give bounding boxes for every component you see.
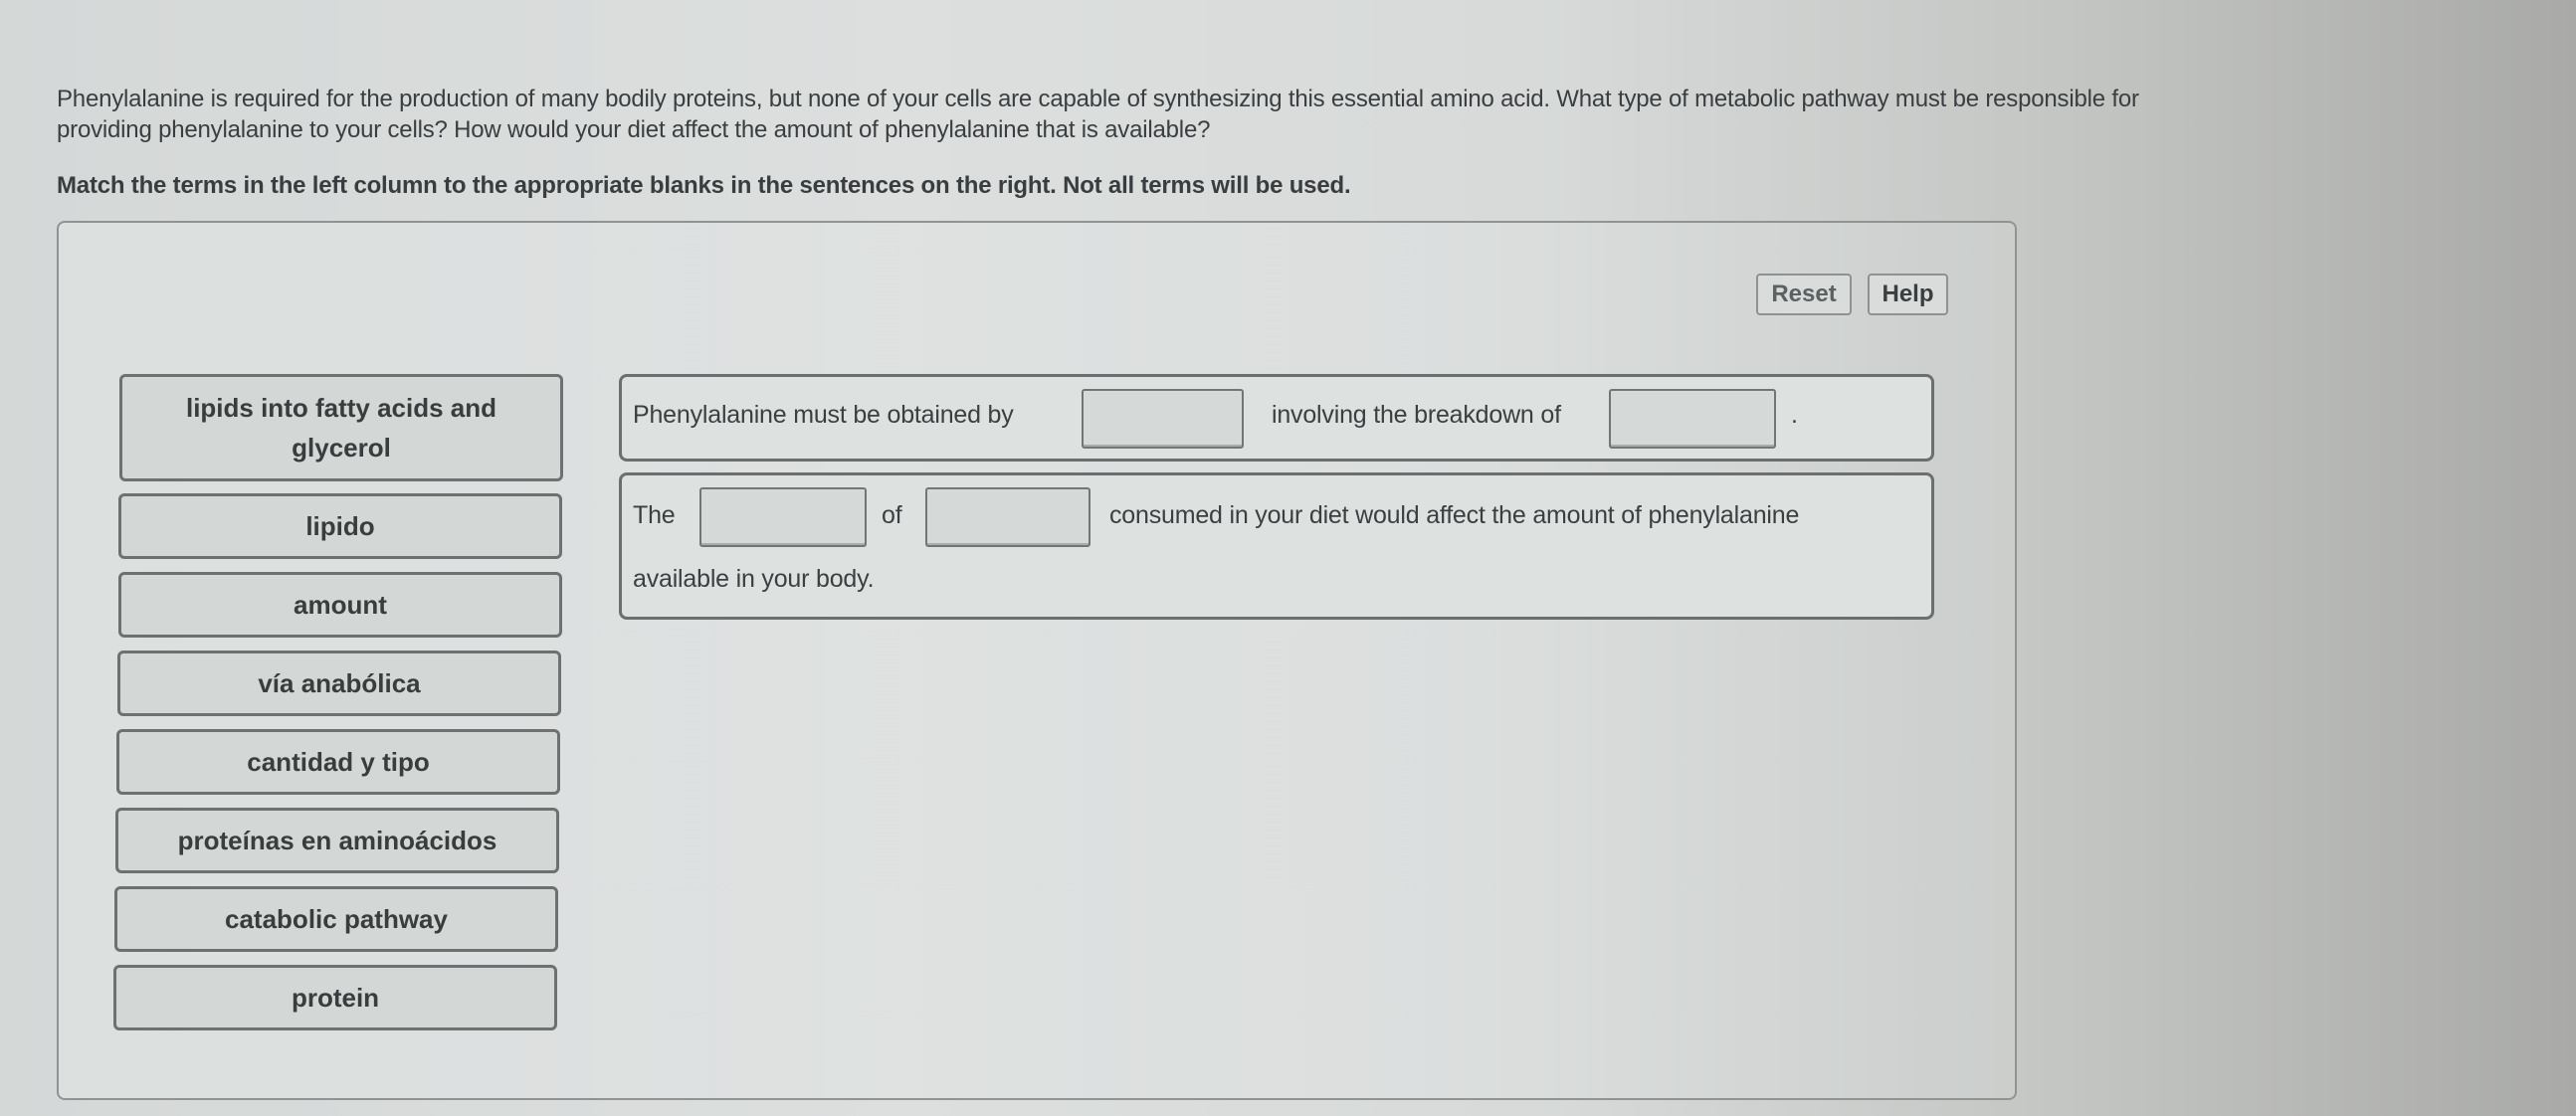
sentence-2-blank-2[interactable] (925, 487, 1090, 547)
question-text: Phenylalanine is required for the produc… (57, 84, 2564, 145)
term-item[interactable]: protein (113, 965, 557, 1030)
sentence-1: Phenylalanine must be obtained by involv… (619, 374, 1934, 462)
term-item[interactable]: lipido (118, 493, 562, 559)
term-item[interactable]: cantidad y tipo (116, 729, 560, 795)
sentence-2-text-3: consumed in your diet would affect the a… (1109, 501, 1800, 529)
term-item[interactable]: lipids into fatty acids and glycerol (119, 374, 563, 481)
question-line-2: providing phenylalanine to your cells? H… (57, 116, 1211, 143)
help-button[interactable]: Help (1868, 274, 1948, 315)
sentence-2: The of consumed in your diet would affec… (619, 472, 1934, 620)
sentence-1-text-1: Phenylalanine must be obtained by (633, 401, 1014, 429)
sentence-2-blank-1[interactable] (699, 487, 867, 547)
sentence-2-text-2: of (882, 501, 902, 529)
term-item[interactable]: proteínas en aminoácidos (115, 808, 559, 873)
term-item[interactable]: amount (118, 572, 562, 638)
sentence-1-blank-2[interactable] (1609, 389, 1776, 449)
sentence-2-text-1: The (633, 501, 676, 529)
term-item[interactable]: vía anabólica (117, 651, 561, 716)
sentence-2-text-4: available in your body. (633, 565, 875, 593)
instruction-text: Match the terms in the left column to th… (57, 172, 1351, 199)
sentence-1-text-2: involving the breakdown of (1272, 401, 1561, 429)
question-line-1: Phenylalanine is required for the produc… (57, 86, 2139, 112)
sentence-1-text-3: . (1791, 401, 1798, 429)
sentence-1-blank-1[interactable] (1082, 389, 1244, 449)
term-item[interactable]: catabolic pathway (114, 886, 558, 952)
reset-button[interactable]: Reset (1756, 274, 1852, 315)
